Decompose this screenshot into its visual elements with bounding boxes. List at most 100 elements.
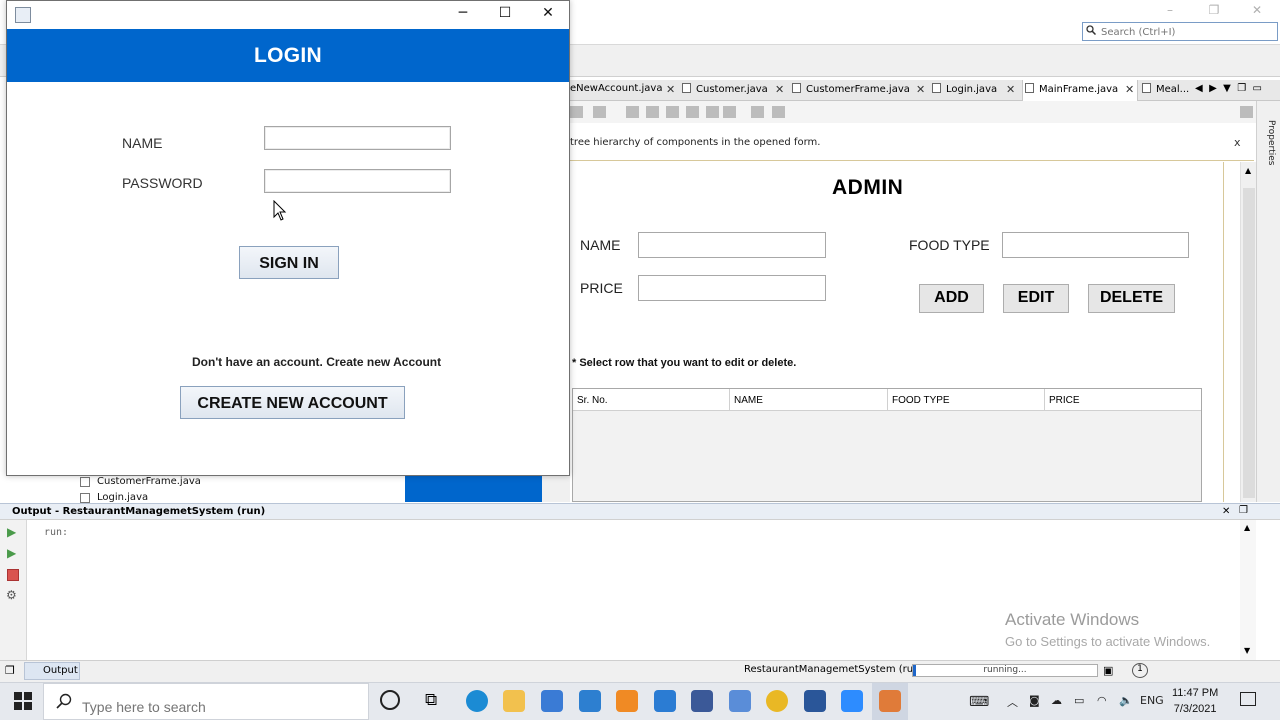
center-vertical-icon[interactable]: [723, 106, 736, 118]
table-column-header[interactable]: NAME: [730, 389, 888, 411]
scroll-thumb[interactable]: [1243, 188, 1255, 498]
rerun-with-params-icon[interactable]: ▶: [7, 546, 16, 560]
vlc-icon[interactable]: [616, 690, 638, 712]
login-window: ─ ☐ ✕ LOGIN NAME PASSWORD SIGN IN Don't …: [6, 0, 570, 476]
close-icon[interactable]: ✕: [1125, 83, 1134, 96]
tree-item-customerframe[interactable]: CustomerFrame.java: [97, 476, 201, 487]
admin-price-field[interactable]: [638, 275, 826, 301]
close-icon[interactable]: ✕: [775, 83, 784, 96]
name-input[interactable]: [264, 126, 451, 150]
food-table[interactable]: Sr. No. NAME FOOD TYPE PRICE: [572, 388, 1202, 502]
meet-now-icon[interactable]: ◙: [1029, 694, 1040, 707]
close-icon[interactable]: ✕: [533, 5, 563, 25]
restore-window-icon[interactable]: ❐: [5, 664, 15, 677]
password-input[interactable]: [264, 169, 451, 193]
cancel-process-icon[interactable]: ▣: [1103, 664, 1113, 677]
tab-customer[interactable]: Customer.java ✕: [682, 80, 788, 101]
tab-scroll-right-icon[interactable]: ▶: [1209, 83, 1217, 94]
notifications-icon[interactable]: 1: [1132, 663, 1148, 678]
chrome-icon[interactable]: [766, 690, 788, 712]
tab-nav-controls: ◀ ▶ ▼ ❐ ▭: [1195, 80, 1275, 101]
ide-search-input[interactable]: [1082, 22, 1278, 41]
delete-button[interactable]: DELETE: [1088, 284, 1175, 313]
table-column-header[interactable]: Sr. No.: [573, 389, 730, 411]
tab-scroll-left-icon[interactable]: ◀: [1195, 83, 1203, 94]
center-horizontal-icon[interactable]: [666, 106, 679, 118]
preview-icon[interactable]: [593, 106, 606, 118]
resize-vertical-icon[interactable]: [772, 106, 785, 118]
ide-close-icon[interactable]: ✕: [1250, 3, 1264, 17]
edit-button[interactable]: EDIT: [1003, 284, 1069, 313]
wifi-icon[interactable]: ◠: [1097, 694, 1107, 707]
netbeans-icon[interactable]: [729, 690, 751, 712]
tab-mainframe[interactable]: MainFrame.java ✕: [1022, 80, 1138, 101]
vscode-icon[interactable]: [654, 690, 676, 712]
onedrive-icon[interactable]: ☁: [1051, 694, 1062, 707]
cortana-icon[interactable]: [380, 690, 400, 710]
mail-icon[interactable]: [579, 690, 601, 712]
taskbar-search-input[interactable]: [43, 683, 369, 720]
admin-food-type-field[interactable]: [1002, 232, 1189, 258]
scroll-down-icon[interactable]: ▼: [1244, 646, 1250, 655]
align-right-icon[interactable]: [646, 106, 659, 118]
keyboard-icon[interactable]: ⌨: [969, 694, 989, 710]
admin-name-field[interactable]: [638, 232, 826, 258]
designer-scrollbar[interactable]: ▲: [1240, 162, 1256, 502]
properties-tab[interactable]: Properties: [1258, 120, 1276, 180]
table-column-header[interactable]: PRICE: [1045, 389, 1201, 411]
restore-window-icon[interactable]: ❐: [1239, 505, 1248, 516]
maximize-icon[interactable]: ☐: [490, 5, 520, 25]
zoom-icon[interactable]: [841, 690, 863, 712]
ide-restore-icon[interactable]: ❐: [1207, 3, 1221, 17]
tab-list-icon[interactable]: ▼: [1223, 83, 1231, 94]
settings-icon[interactable]: ⚙: [6, 588, 17, 602]
task-view-icon[interactable]: ⧉: [425, 690, 437, 710]
table-column-header[interactable]: FOOD TYPE: [888, 389, 1045, 411]
rerun-icon[interactable]: ▶: [7, 525, 16, 539]
align-top-icon[interactable]: [686, 106, 699, 118]
language-indicator[interactable]: ENG: [1140, 694, 1164, 707]
restore-window-icon[interactable]: ❐: [1237, 83, 1246, 94]
align-bottom-icon[interactable]: [706, 106, 719, 118]
edge-icon[interactable]: [466, 690, 488, 712]
maximize-window-icon[interactable]: ▭: [1253, 83, 1262, 94]
file-explorer-icon[interactable]: [503, 690, 525, 712]
tab-login[interactable]: Login.java ✕: [932, 80, 1020, 101]
tab-customerframe[interactable]: CustomerFrame.java ✕: [792, 80, 928, 101]
minimize-icon[interactable]: ─: [448, 5, 478, 25]
show-hidden-icons[interactable]: ︿: [1007, 694, 1018, 710]
dev-cpp-icon[interactable]: [691, 690, 713, 712]
scroll-up-icon[interactable]: ▲: [1244, 523, 1250, 532]
selection-mode-icon[interactable]: [570, 106, 583, 118]
resize-horizontal-icon[interactable]: [751, 106, 764, 118]
output-side-toolbar: ▶ ▶ ⚙: [0, 520, 27, 660]
close-icon[interactable]: ✕: [666, 83, 675, 96]
name-label: NAME: [122, 135, 163, 151]
volume-icon[interactable]: 🔈: [1119, 694, 1133, 707]
output-tab[interactable]: Output: [24, 662, 80, 680]
close-icon[interactable]: ✕: [1006, 83, 1015, 96]
taskbar-clock[interactable]: 11:47 PM 7/3/2021: [1172, 685, 1218, 717]
login-window-titlebar[interactable]: ─ ☐ ✕: [7, 1, 569, 29]
add-button[interactable]: ADD: [919, 284, 984, 313]
close-icon[interactable]: ✕: [1222, 506, 1230, 517]
align-left-icon[interactable]: [626, 106, 639, 118]
close-icon[interactable]: ✕: [916, 83, 925, 96]
tab-newaccount[interactable]: eNewAccount.java ✕: [570, 80, 680, 101]
action-center-icon[interactable]: [1240, 692, 1256, 706]
output-scrollbar[interactable]: ▲ ▼: [1240, 520, 1256, 660]
create-account-button[interactable]: CREATE NEW ACCOUNT: [180, 386, 405, 419]
info-close-icon[interactable]: x: [1234, 136, 1241, 149]
word-icon[interactable]: [804, 690, 826, 712]
windows-start-icon[interactable]: [14, 692, 32, 710]
tree-item-login[interactable]: Login.java: [97, 492, 148, 503]
java-app-taskbar-button[interactable]: [872, 683, 908, 720]
store-icon[interactable]: [541, 690, 563, 712]
network-icon[interactable]: ▭: [1074, 694, 1084, 707]
tab-meal[interactable]: Meal...: [1142, 80, 1192, 101]
scroll-up-icon[interactable]: ▲: [1245, 166, 1251, 175]
stop-icon[interactable]: [7, 569, 19, 581]
sign-in-button[interactable]: SIGN IN: [239, 246, 339, 279]
palette-icon[interactable]: [1240, 106, 1253, 118]
ide-minimize-icon[interactable]: –: [1163, 3, 1177, 17]
